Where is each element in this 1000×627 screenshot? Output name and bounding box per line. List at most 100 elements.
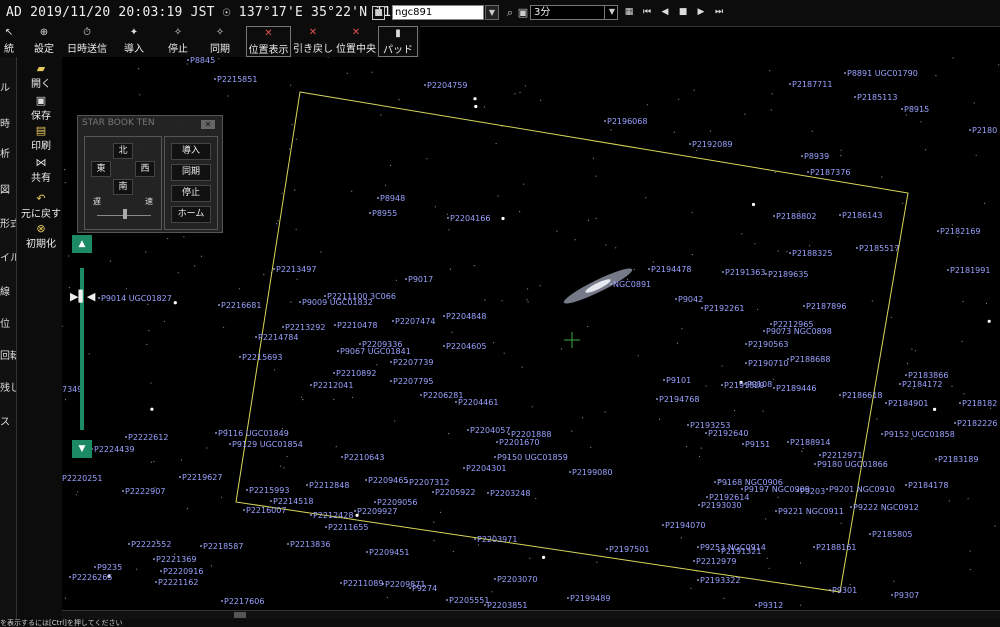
sky-object-label[interactable]: P9101 (666, 376, 691, 385)
sky-object-label[interactable]: P8939 (804, 152, 829, 161)
palette-stop-button[interactable]: 停止 (171, 185, 211, 202)
sky-object-label[interactable]: P2203248 (490, 489, 530, 498)
sky-object-label[interactable]: P9150 UGC01859 (497, 453, 568, 462)
sky-object-label[interactable]: P2189635 (768, 270, 808, 279)
sky-object-label[interactable]: P8915 (904, 105, 929, 114)
sky-object-label[interactable]: P9180 UGC01866 (817, 460, 888, 469)
sky-object-label[interactable]: P2205922 (435, 488, 475, 497)
sky-object-label[interactable]: NGC0891 (613, 280, 651, 289)
sky-object-label[interactable]: P2207474 (395, 317, 435, 326)
search-icon[interactable]: ⌕ (503, 5, 517, 20)
sky-object-label[interactable]: P2194478 (651, 265, 691, 274)
left-menu-item[interactable]: 線 (0, 283, 16, 298)
sky-object-label[interactable]: P2221369 (156, 555, 196, 564)
sky-object-label[interactable]: P2183866 (908, 371, 948, 380)
sky-object-label[interactable]: P2196068 (607, 117, 647, 126)
sky-object-label[interactable]: P2185113 (857, 93, 897, 102)
sky-object-label[interactable]: P2181991 (950, 266, 990, 275)
sky-object-label[interactable]: P2220251 (62, 474, 102, 483)
sky-object-label[interactable]: P2211100 3C066 (327, 292, 396, 301)
sky-object-label[interactable]: P2184178 (908, 481, 948, 490)
grid-icon[interactable]: ▦ (622, 5, 636, 20)
sky-object-label[interactable]: P2186618 (842, 391, 882, 400)
datetime-send-button[interactable]: ⏱ 日時送信 (64, 26, 110, 57)
sky-object-label[interactable]: P2215993 (249, 486, 289, 495)
sky-object-label[interactable]: P2204461 (458, 398, 498, 407)
open-button[interactable]: ▰ 開く (20, 63, 62, 91)
sky-object-label[interactable]: P2204605 (446, 342, 486, 351)
left-menu-item[interactable]: 析 (0, 145, 16, 160)
sky-object-label[interactable]: P2190563 (748, 340, 788, 349)
sky-object-label[interactable]: P2221162 (158, 578, 198, 587)
sky-object-label[interactable]: P8891 UGC01790 (847, 69, 918, 78)
sky-object-label[interactable]: P2204759 (427, 81, 467, 90)
sky-object-label[interactable]: P2185805 (872, 530, 912, 539)
settings-button[interactable]: ⊕ 設定 (28, 26, 60, 57)
sky-object-label[interactable]: P9014 UGC01827 (101, 294, 172, 303)
sky-object-label[interactable]: P2180 (972, 126, 997, 135)
left-menu-item[interactable]: 形式 (0, 215, 16, 230)
sky-object-label[interactable]: P2194768 (659, 395, 699, 404)
sky-object-label[interactable]: P2209336 (362, 340, 402, 349)
left-menu-item[interactable]: 位 (0, 315, 16, 330)
sky-object-label[interactable]: P9221 NGC0911 (778, 507, 844, 516)
sky-object-label[interactable]: P2188914 (790, 438, 830, 447)
sky-object-label[interactable]: P2213836 (290, 540, 330, 549)
sky-object-label[interactable]: P2203070 (497, 575, 537, 584)
sky-object-label[interactable]: P8955 (372, 209, 397, 218)
sky-object-label[interactable]: P2185517 (859, 244, 899, 253)
sky-object-label[interactable]: P2213497 (276, 265, 316, 274)
stop-button[interactable]: ✧ 停止 (162, 26, 194, 57)
sky-object-label[interactable]: P2184901 (888, 399, 928, 408)
sky-object-label[interactable]: P2220916 (163, 567, 203, 576)
sky-object-label[interactable]: P9222 NGC0912 (853, 503, 919, 512)
play-icon[interactable]: ▶ (694, 5, 708, 20)
sky-object-label[interactable]: P2210478 (337, 321, 377, 330)
sky-object-label[interactable]: P2197501 (609, 545, 649, 554)
sky-object-label[interactable]: P2187896 (806, 302, 846, 311)
sky-object-label[interactable]: P9203 (800, 487, 825, 496)
chevron-down-icon[interactable]: ▼ (604, 5, 619, 20)
sky-object-label[interactable]: P2191321 (721, 547, 761, 556)
sky-object-label[interactable]: P2183189 (938, 455, 978, 464)
speed-slider-handle[interactable] (123, 209, 127, 219)
sky-object-label[interactable]: P2207312 (409, 478, 449, 487)
sky-object-label[interactable]: P2226265 (72, 573, 112, 582)
print-button[interactable]: ▤ 印刷 (20, 125, 62, 153)
sky-object-label[interactable]: P2203971 (477, 535, 517, 544)
zoom-in-button[interactable]: ▲ (72, 235, 92, 253)
sky-object-label[interactable]: P2212041 (313, 381, 353, 390)
select-button[interactable]: ↖ 統 (0, 26, 18, 57)
sky-object-label[interactable]: P9235 (97, 563, 122, 572)
south-button[interactable]: 南 (113, 179, 133, 195)
left-menu-item[interactable]: ル (0, 79, 16, 94)
sky-object-label[interactable]: P218182 (962, 399, 997, 408)
left-menu-item[interactable]: 図 (0, 181, 16, 196)
sky-object-label[interactable]: P9129 UGC01854 (232, 440, 303, 449)
sky-object-label[interactable]: P2204057 (470, 426, 510, 435)
sky-object-label[interactable]: P2216007 (246, 506, 286, 515)
sky-object-label[interactable]: P2210643 (344, 453, 384, 462)
sync-button[interactable]: ✧ 同期 (204, 26, 236, 57)
sky-object-label[interactable]: P2190710 (748, 359, 788, 368)
sky-object-label[interactable]: P2205551 (449, 596, 489, 605)
sky-object-label[interactable]: P2188688 (790, 355, 830, 364)
sky-object-label[interactable]: P2194070 (665, 521, 705, 530)
sky-object-label[interactable]: P2209056 (377, 498, 417, 507)
sky-object-label[interactable]: P2184172 (902, 380, 942, 389)
sky-object-label[interactable]: P2182226 (957, 419, 997, 428)
sky-object-label[interactable]: P9042 (678, 295, 703, 304)
sky-object-label[interactable]: P2187376 (810, 168, 850, 177)
left-menu-item[interactable]: 残し (0, 379, 16, 394)
pad-button[interactable]: ▮ パッド (378, 26, 418, 57)
sky-object-label[interactable]: P2188802 (776, 212, 816, 221)
sky-object-label[interactable]: P2209465 (368, 476, 408, 485)
sky-object-label[interactable]: P2211655 (328, 523, 368, 532)
sky-object-label[interactable]: P2212428 (313, 511, 353, 520)
sky-object-label[interactable]: P8948 (380, 194, 405, 203)
sky-object-label[interactable]: P8845 (190, 57, 215, 65)
sky-object-label[interactable]: P2217606 (224, 597, 264, 606)
sky-object-label[interactable]: P2199080 (572, 468, 612, 477)
sky-object-label[interactable]: P9116 UGC01849 (218, 429, 289, 438)
camera-icon[interactable]: ▣ (516, 5, 530, 20)
